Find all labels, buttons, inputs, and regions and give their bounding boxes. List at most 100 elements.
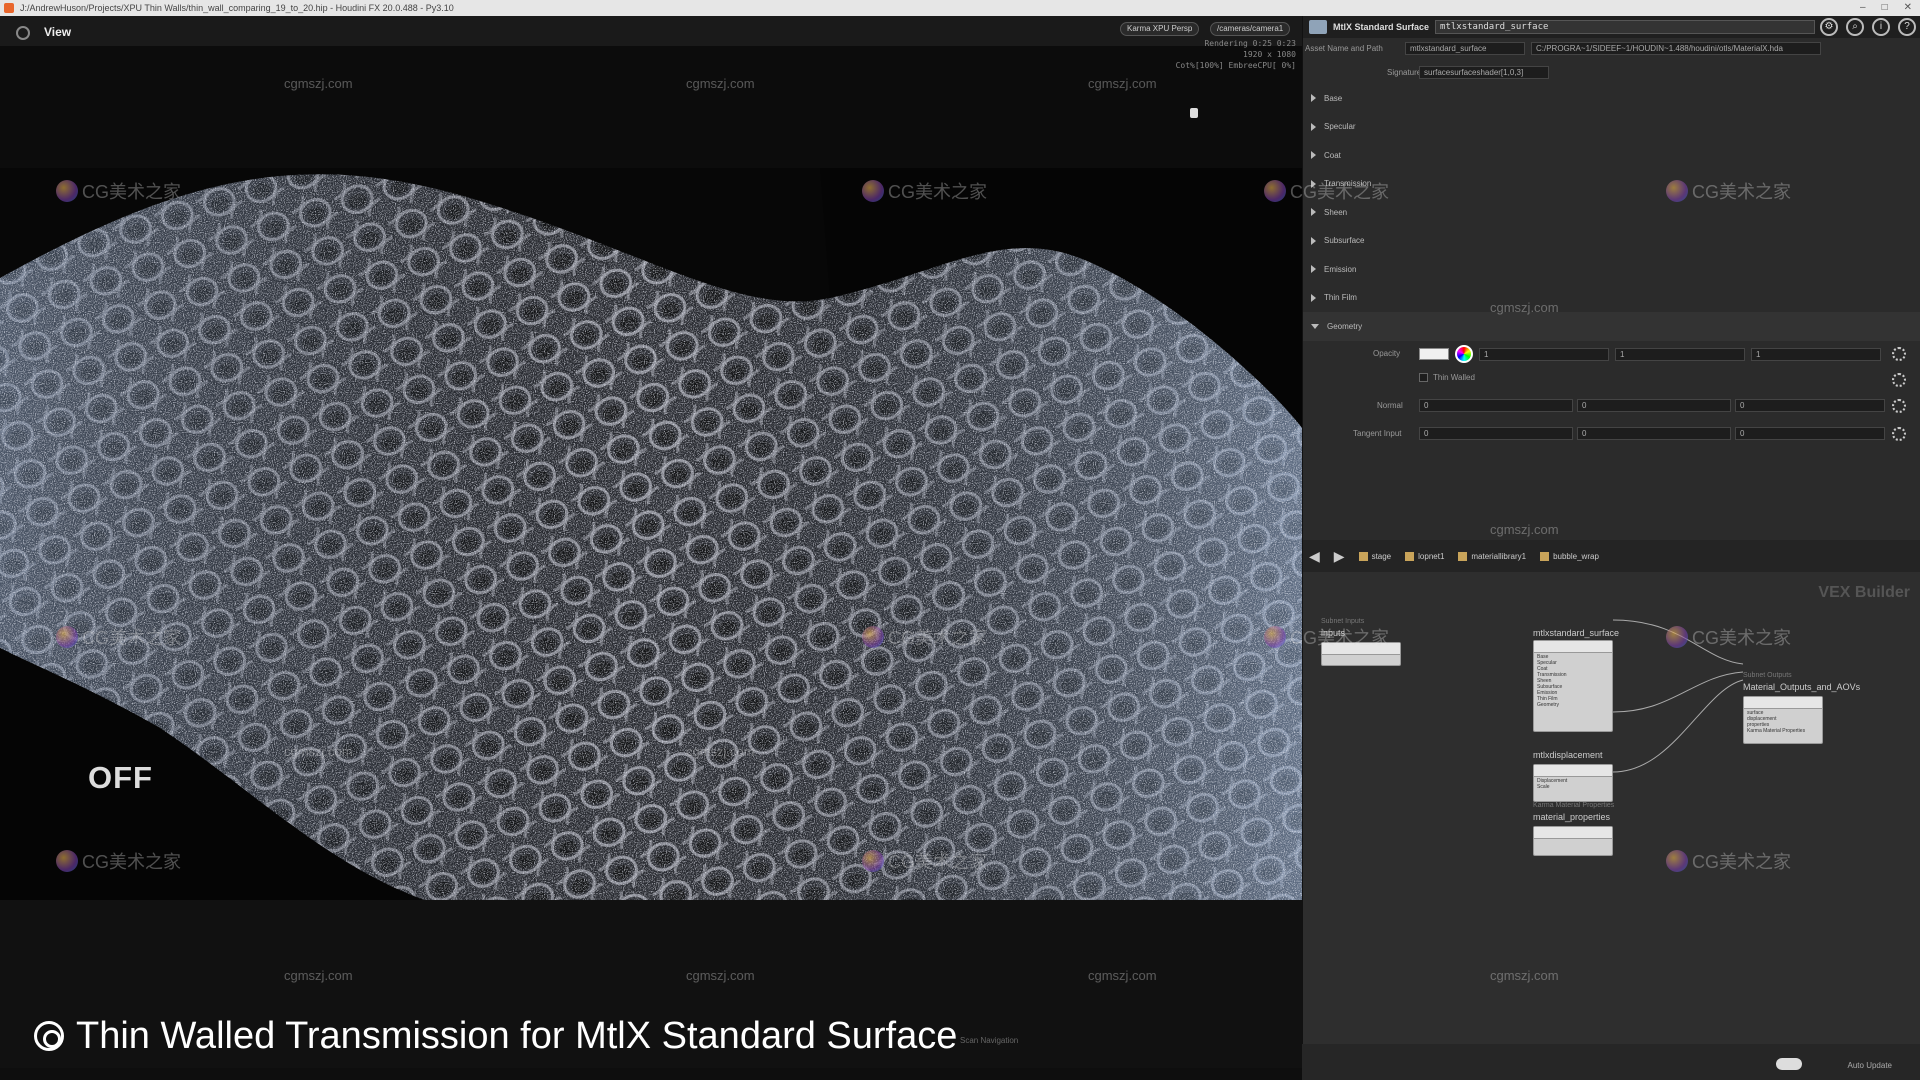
inputs-node[interactable] <box>1321 642 1401 666</box>
parameter-header-icons: ⚙ ⌕ i ? <box>1820 18 1916 36</box>
folder-specular[interactable]: Specular <box>1303 113 1920 142</box>
node-header <box>1322 643 1400 655</box>
expand-arrow-icon <box>1311 122 1316 131</box>
material-properties-node[interactable] <box>1533 826 1613 856</box>
folder-geometry[interactable]: Geometry <box>1303 312 1920 341</box>
search-icon[interactable]: ⌕ <box>1846 18 1864 36</box>
opacity-swatch[interactable] <box>1419 347 1449 360</box>
opacity-row: Opacity 1 1 1 <box>1303 341 1920 367</box>
maximize-icon[interactable]: □ <box>1882 2 1888 13</box>
opacity-r-field[interactable]: 1 <box>1479 347 1609 361</box>
scene-viewport[interactable]: View Karma XPU Persp /cameras/camera1 Re… <box>0 16 1302 900</box>
normal-y-field[interactable]: 0 <box>1577 398 1731 412</box>
normal-label: Normal <box>1377 400 1403 410</box>
surface-node-label: mtlxstandard_surface <box>1533 628 1620 638</box>
close-icon[interactable]: ✕ <box>1904 2 1912 13</box>
node-header <box>1744 697 1822 709</box>
tangent-label: Tangent Input <box>1353 428 1402 438</box>
folder-thin-film[interactable]: Thin Film <box>1303 284 1920 313</box>
camera-menu[interactable]: /cameras/camera1 <box>1210 22 1291 36</box>
opacity-g-field[interactable]: 1 <box>1615 347 1745 361</box>
expand-arrow-icon <box>1311 208 1316 217</box>
tangent-z-field[interactable]: 0 <box>1735 426 1885 440</box>
gear-icon[interactable] <box>1892 426 1906 441</box>
minimize-icon[interactable]: – <box>1860 2 1866 13</box>
material-outputs-node[interactable]: surface displacement properties Karma Ma… <box>1743 696 1823 744</box>
gear-icon[interactable] <box>1892 398 1906 413</box>
displacement-node-label: mtlxdisplacement <box>1533 750 1603 760</box>
port-label: Scale <box>1537 784 1550 790</box>
node-name-field[interactable]: mtlxstandard_surface <box>1435 20 1816 34</box>
bottom-strip <box>0 1068 1302 1080</box>
collapse-arrow-icon <box>1311 323 1319 329</box>
view-icon[interactable] <box>16 26 30 40</box>
auto-update-menu[interactable]: Auto Update <box>1848 1061 1892 1070</box>
normal-row: Normal 0 0 0 <box>1303 393 1920 421</box>
network-editor[interactable]: ◀ ▶ stage lopnet1 materiallibrary1 bubbl… <box>1302 540 1920 1044</box>
gear-icon[interactable] <box>1892 346 1906 361</box>
folder-subsurface[interactable]: Subsurface <box>1303 227 1920 256</box>
output-subtitle: Subnet Outputs <box>1743 672 1792 679</box>
folder-emission[interactable]: Emission <box>1303 255 1920 284</box>
mtlx-displacement-node[interactable]: Displacement Scale <box>1533 764 1613 802</box>
folder-label: Subsurface <box>1324 236 1365 246</box>
tangent-x-field[interactable]: 0 <box>1419 426 1573 440</box>
folder-coat[interactable]: Coat <box>1303 141 1920 170</box>
asset-path-field[interactable]: C:/PROGRA~1/SIDEEF~1/HOUDIN~1.488/houdin… <box>1531 42 1821 55</box>
opacity-label: Opacity <box>1373 348 1401 358</box>
watermark-text: cgmszj.com <box>1088 968 1157 983</box>
normal-x-field[interactable]: 0 <box>1419 398 1573 412</box>
matprop-node-label: material_properties <box>1533 812 1611 822</box>
render-stat-line: Cot%[100%] EmbreeCPU[ 0%] <box>1175 61 1296 70</box>
asset-label: Asset Name and Path <box>1305 44 1383 53</box>
node-ports: Base Specular Coat Transmission Sheen Su… <box>1534 653 1612 709</box>
houdini-app-icon <box>4 3 14 13</box>
folder-label: Specular <box>1324 122 1356 132</box>
render-stat-line: Rendering 0:25 0:23 <box>1204 39 1296 48</box>
channel-logo-icon <box>34 1021 64 1051</box>
gear-icon[interactable]: ⚙ <box>1820 18 1838 36</box>
opacity-b-field[interactable]: 1 <box>1751 347 1881 361</box>
expand-arrow-icon <box>1311 94 1316 103</box>
port-label: Geometry <box>1537 702 1559 708</box>
gear-icon[interactable] <box>1892 372 1906 387</box>
port-label: Karma Material Properties <box>1747 728 1806 734</box>
normal-z-field[interactable]: 0 <box>1735 398 1885 412</box>
help-icon[interactable]: ? <box>1898 18 1916 36</box>
caption-text: Thin Walled Transmission for MtlX Standa… <box>76 1014 958 1057</box>
output-node-label: Material_Outputs_and_AOVs <box>1743 682 1861 692</box>
node-type-label: MtlX Standard Surface <box>1333 22 1430 32</box>
renderer-menu[interactable]: Karma XPU Persp <box>1120 22 1200 36</box>
folder-transmission[interactable]: Transmission <box>1303 170 1920 199</box>
folder-sheen[interactable]: Sheen <box>1303 198 1920 227</box>
render-stats: Rendering 0:25 0:23 1920 x 1080 Cot%[100… <box>1176 38 1296 71</box>
thin-walled-label: Thin Walled <box>1433 372 1475 382</box>
viewport-tab-label[interactable]: View <box>44 25 71 39</box>
asset-name-field[interactable]: mtlxstandard_surface <box>1405 42 1525 55</box>
folder-base[interactable]: Base <box>1303 84 1920 113</box>
parameter-header: MtlX Standard Surface mtlxstandard_surfa… <box>1303 16 1920 38</box>
asset-row: Asset Name and Path mtlxstandard_surface… <box>1303 38 1920 62</box>
thin-walled-row: Thin Walled <box>1303 367 1920 393</box>
folder-label: Sheen <box>1324 207 1348 217</box>
expand-arrow-icon <box>1311 151 1316 160</box>
expand-arrow-icon <box>1311 293 1316 302</box>
tangent-row: Tangent Input 0 0 0 <box>1303 421 1920 449</box>
info-icon[interactable]: i <box>1872 18 1890 36</box>
update-mode-toggle[interactable] <box>1776 1058 1802 1070</box>
toggle-state-overlay: OFF <box>88 760 153 795</box>
node-ports: Displacement Scale <box>1534 777 1612 791</box>
video-caption: Thin Walled Transmission for MtlX Standa… <box>0 1004 1302 1068</box>
folder-label: Geometry <box>1327 321 1363 331</box>
render-stat-line: 1920 x 1080 <box>1243 50 1296 59</box>
thin-walled-checkbox[interactable] <box>1419 372 1428 382</box>
folder-label: Transmission <box>1324 179 1372 189</box>
tangent-y-field[interactable]: 0 <box>1577 426 1731 440</box>
node-ports: surface displacement properties Karma Ma… <box>1744 709 1822 735</box>
mouse-cursor <box>1190 108 1198 118</box>
expand-arrow-icon <box>1311 236 1316 245</box>
signature-menu[interactable]: surfacesurfaceshader[1,0,3] <box>1419 66 1549 79</box>
color-wheel-icon[interactable] <box>1455 344 1473 363</box>
mtlx-surface-node[interactable]: Base Specular Coat Transmission Sheen Su… <box>1533 640 1613 732</box>
folder-label: Base <box>1324 93 1343 103</box>
